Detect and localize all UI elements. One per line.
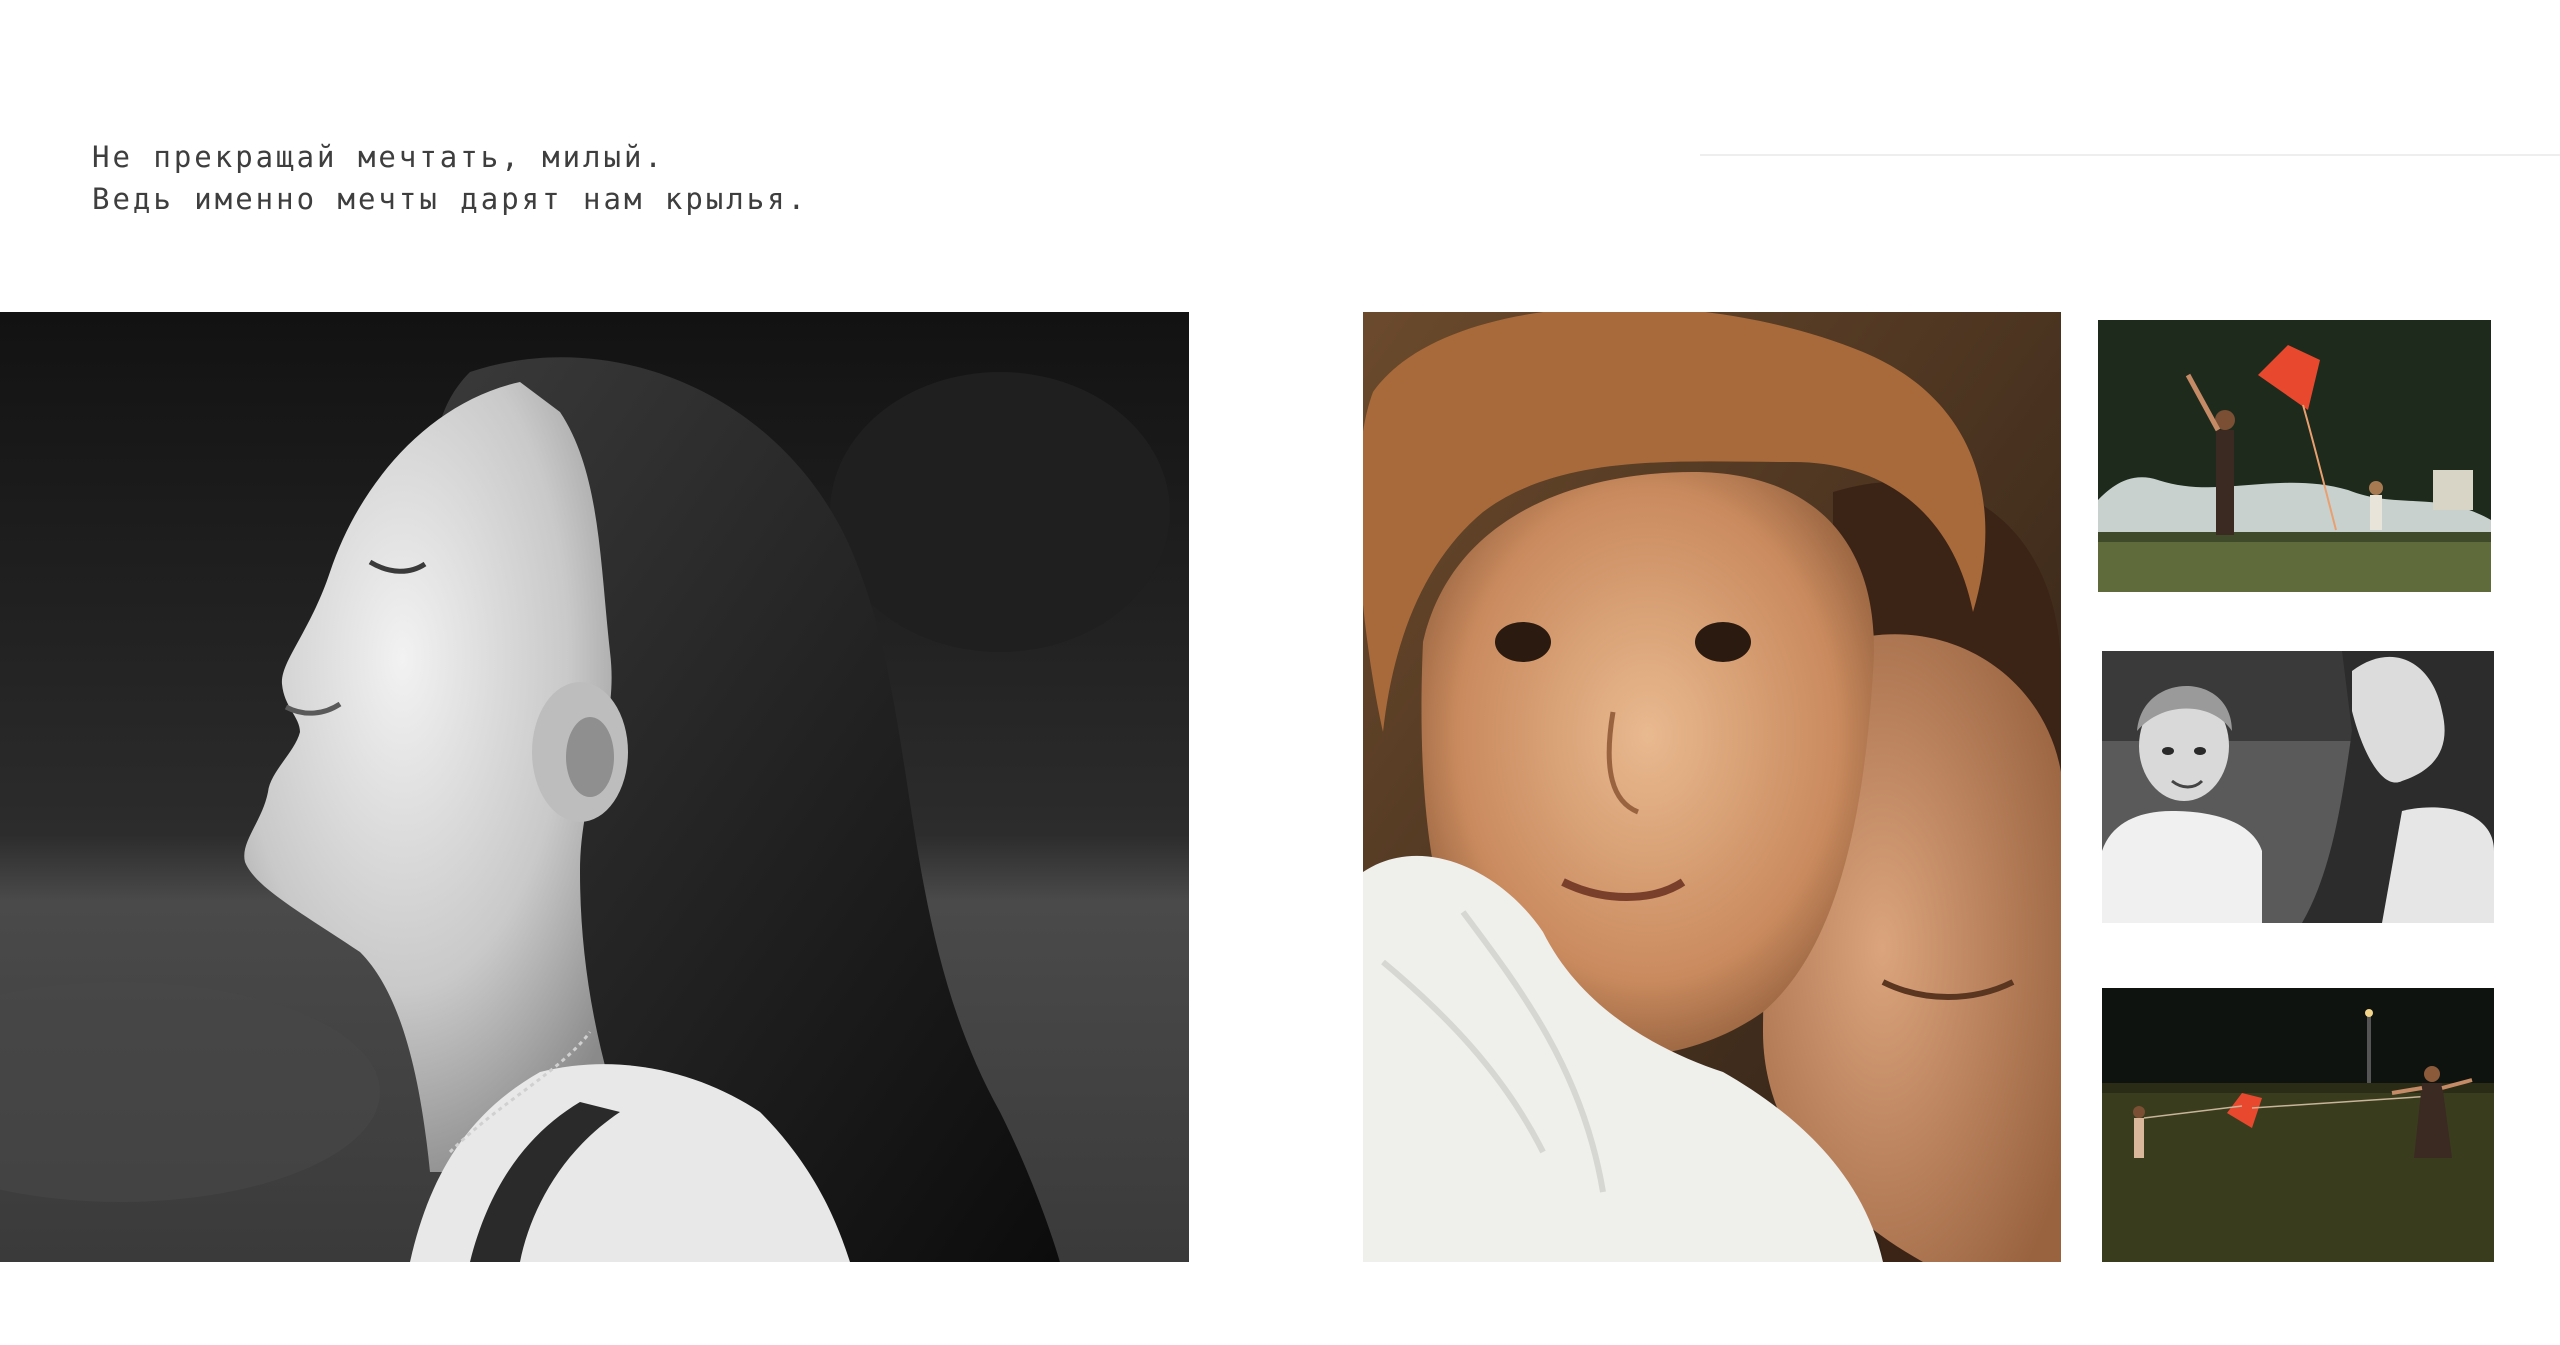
photo-boy-and-mother xyxy=(2102,651,2494,923)
photo-child-hug xyxy=(1363,312,2061,1262)
photo-woman-profile xyxy=(0,312,1189,1262)
photo-woman-profile-image xyxy=(0,312,1189,1262)
quote-line-1: Не прекращай мечтать, милый. xyxy=(92,140,665,174)
photo-boy-and-mother-image xyxy=(2102,651,2494,923)
quote-line-2: Ведь именно мечты дарят нам крылья. xyxy=(92,182,809,216)
photo-kite-park-image xyxy=(2098,320,2491,592)
photo-book-spread: Не прекращай мечтать, милый. Ведь именно… xyxy=(0,0,2560,1345)
photo-kite-park xyxy=(2098,320,2491,592)
photo-kite-lawn-image xyxy=(2102,988,2494,1262)
divider-line xyxy=(1700,154,2560,156)
quote-text: Не прекращай мечтать, милый. Ведь именно… xyxy=(92,136,808,220)
photo-kite-lawn xyxy=(2102,988,2494,1262)
photo-child-hug-image xyxy=(1363,312,2061,1262)
